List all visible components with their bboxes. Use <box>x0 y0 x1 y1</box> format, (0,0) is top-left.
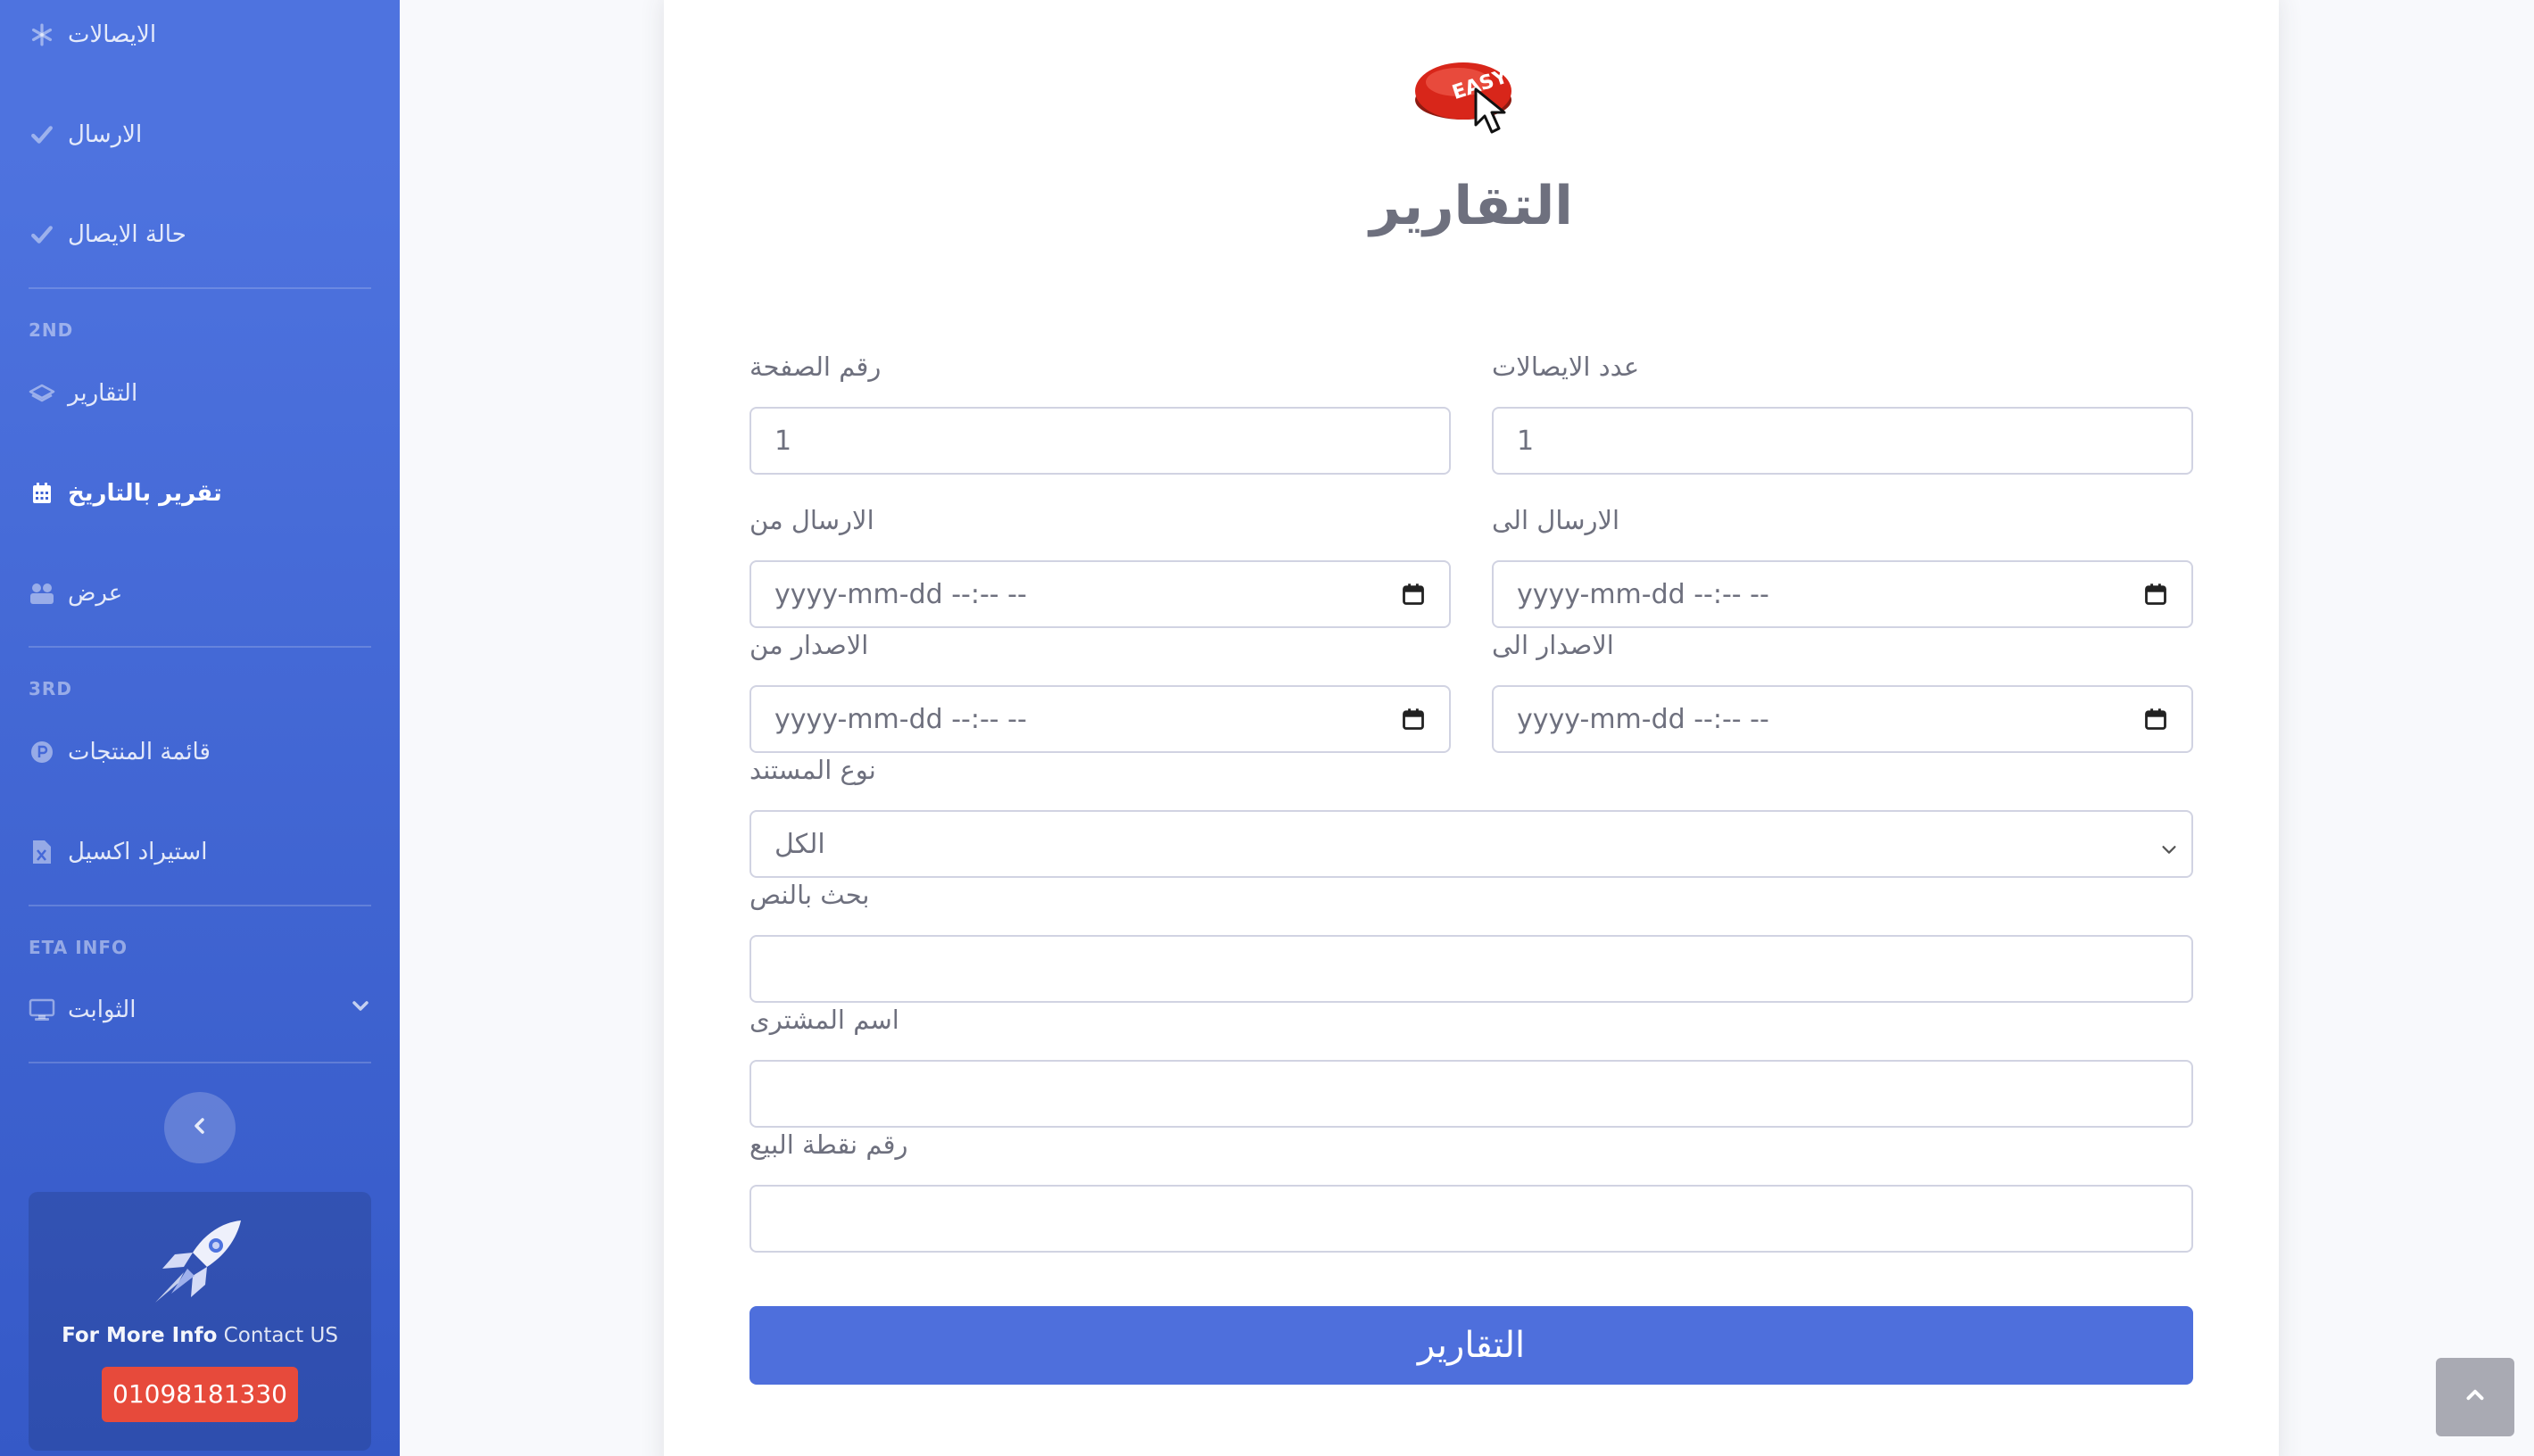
check-icon <box>29 121 55 148</box>
promo-bold-text: For More Info <box>62 1324 218 1347</box>
sent-to-datetime-input[interactable]: yyyy-mm-dd --:-- -- <box>1492 560 2193 628</box>
document-type-label: نوع المستند <box>749 755 876 785</box>
page-number-label: رقم الصفحة <box>749 352 882 382</box>
datetime-placeholder: yyyy-mm-dd --:-- -- <box>1517 578 1769 610</box>
sidebar-item-label: التقارير <box>68 380 138 407</box>
page-title: التقارير <box>1370 175 1573 237</box>
sidebar-item-receipt-status[interactable]: حالة الايصال <box>29 221 371 248</box>
text-search-input[interactable] <box>749 935 2193 1003</box>
document-type-select[interactable]: الكل <box>749 810 2193 878</box>
issued-from-label: الاصدار من <box>749 630 869 660</box>
sidebar-item-label: الارسال <box>68 121 143 148</box>
buyer-name-label: اسم المشترى <box>749 1005 899 1035</box>
calendar-icon[interactable] <box>1401 582 1426 607</box>
reports-submit-button[interactable]: التقارير <box>749 1306 2193 1385</box>
datetime-placeholder: yyyy-mm-dd --:-- -- <box>774 703 1027 735</box>
page-number-input[interactable]: 1 <box>749 407 1451 475</box>
sent-from-label: الارسال من <box>749 505 874 535</box>
chevron-up-icon <box>2464 1384 2487 1410</box>
sidebar-divider <box>29 1062 371 1063</box>
sidebar-item-label: قائمة المنتجات <box>68 739 211 765</box>
document-type-selected: الكل <box>774 828 825 860</box>
receipts-count-label: عدد الايصالات <box>1492 352 1640 382</box>
sidebar-item-report-by-date[interactable]: تقرير بالتاريخ <box>29 480 371 507</box>
sidebar-item-receipts[interactable]: الايصالات <box>29 21 371 48</box>
sidebar-divider <box>29 905 371 906</box>
asterisk-icon <box>29 21 55 48</box>
buyer-name-input[interactable] <box>749 1060 2193 1128</box>
sidebar-item-label: استيراد اكسيل <box>68 839 208 865</box>
sidebar-toggle-button[interactable] <box>164 1092 236 1163</box>
issued-from-datetime-input[interactable]: yyyy-mm-dd --:-- -- <box>749 685 1451 753</box>
layers-icon <box>29 380 55 407</box>
text-search-label: بحث بالنص <box>749 880 870 910</box>
pos-number-label: رقم نقطة البيع <box>749 1129 908 1160</box>
pos-number-input[interactable] <box>749 1185 2193 1253</box>
sidebar-item-products[interactable]: قائمة المنتجات <box>29 739 371 765</box>
sidebar-item-reports[interactable]: التقارير <box>29 380 371 407</box>
contact-promo-card: For More Info Contact US 01098181330 <box>29 1192 371 1451</box>
sidebar-heading-eta-info: ETA INFO <box>29 937 128 958</box>
sidebar-item-label: الثوابت <box>68 996 137 1023</box>
users-icon <box>29 580 55 607</box>
sent-from-datetime-input[interactable]: yyyy-mm-dd --:-- -- <box>749 560 1451 628</box>
sidebar-divider <box>29 646 371 648</box>
chevron-down-icon <box>350 996 371 1023</box>
datetime-placeholder: yyyy-mm-dd --:-- -- <box>774 578 1027 610</box>
sidebar: الايصالات الارسال حالة الايصال 2ND التقا… <box>0 0 400 1456</box>
promo-text: For More Info Contact US <box>29 1324 371 1347</box>
scroll-to-top-button[interactable] <box>2436 1358 2514 1436</box>
sidebar-item-view[interactable]: عرض <box>29 580 371 607</box>
datetime-placeholder: yyyy-mm-dd --:-- -- <box>1517 703 1769 735</box>
issued-to-datetime-input[interactable]: yyyy-mm-dd --:-- -- <box>1492 685 2193 753</box>
sidebar-item-constants[interactable]: الثوابت <box>29 996 371 1023</box>
file-excel-icon <box>29 839 55 865</box>
sidebar-heading-3rd: 3RD <box>29 678 72 699</box>
sidebar-item-label: تقرير بالتاريخ <box>68 480 222 507</box>
sidebar-divider <box>29 287 371 289</box>
calendar-icon[interactable] <box>2143 707 2168 732</box>
easy-button-logo: EASY <box>1413 39 1529 137</box>
receipts-count-input[interactable]: 1 <box>1492 407 2193 475</box>
product-hunt-icon <box>29 739 55 765</box>
calendar-icon[interactable] <box>2143 582 2168 607</box>
sidebar-item-send[interactable]: الارسال <box>29 121 371 148</box>
check-icon <box>29 221 55 248</box>
sidebar-item-label: عرض <box>68 580 123 607</box>
phone-button[interactable]: 01098181330 <box>102 1367 298 1422</box>
sidebar-item-excel-import[interactable]: استيراد اكسيل <box>29 839 371 865</box>
sidebar-item-label: الايصالات <box>68 21 157 48</box>
calendar-icon[interactable] <box>1401 707 1426 732</box>
sidebar-item-label: حالة الايصال <box>68 221 186 248</box>
desktop-icon <box>29 997 55 1023</box>
calendar-icon <box>29 480 55 507</box>
sent-to-label: الارسال الى <box>1492 505 1620 535</box>
rocket-icon <box>152 1217 250 1310</box>
issued-to-label: الاصدار الى <box>1492 630 1614 660</box>
promo-contact-text: Contact US <box>217 1324 338 1347</box>
sidebar-heading-2nd: 2ND <box>29 319 74 341</box>
chevron-down-icon <box>2159 835 2179 866</box>
chevron-left-icon <box>191 1117 209 1138</box>
